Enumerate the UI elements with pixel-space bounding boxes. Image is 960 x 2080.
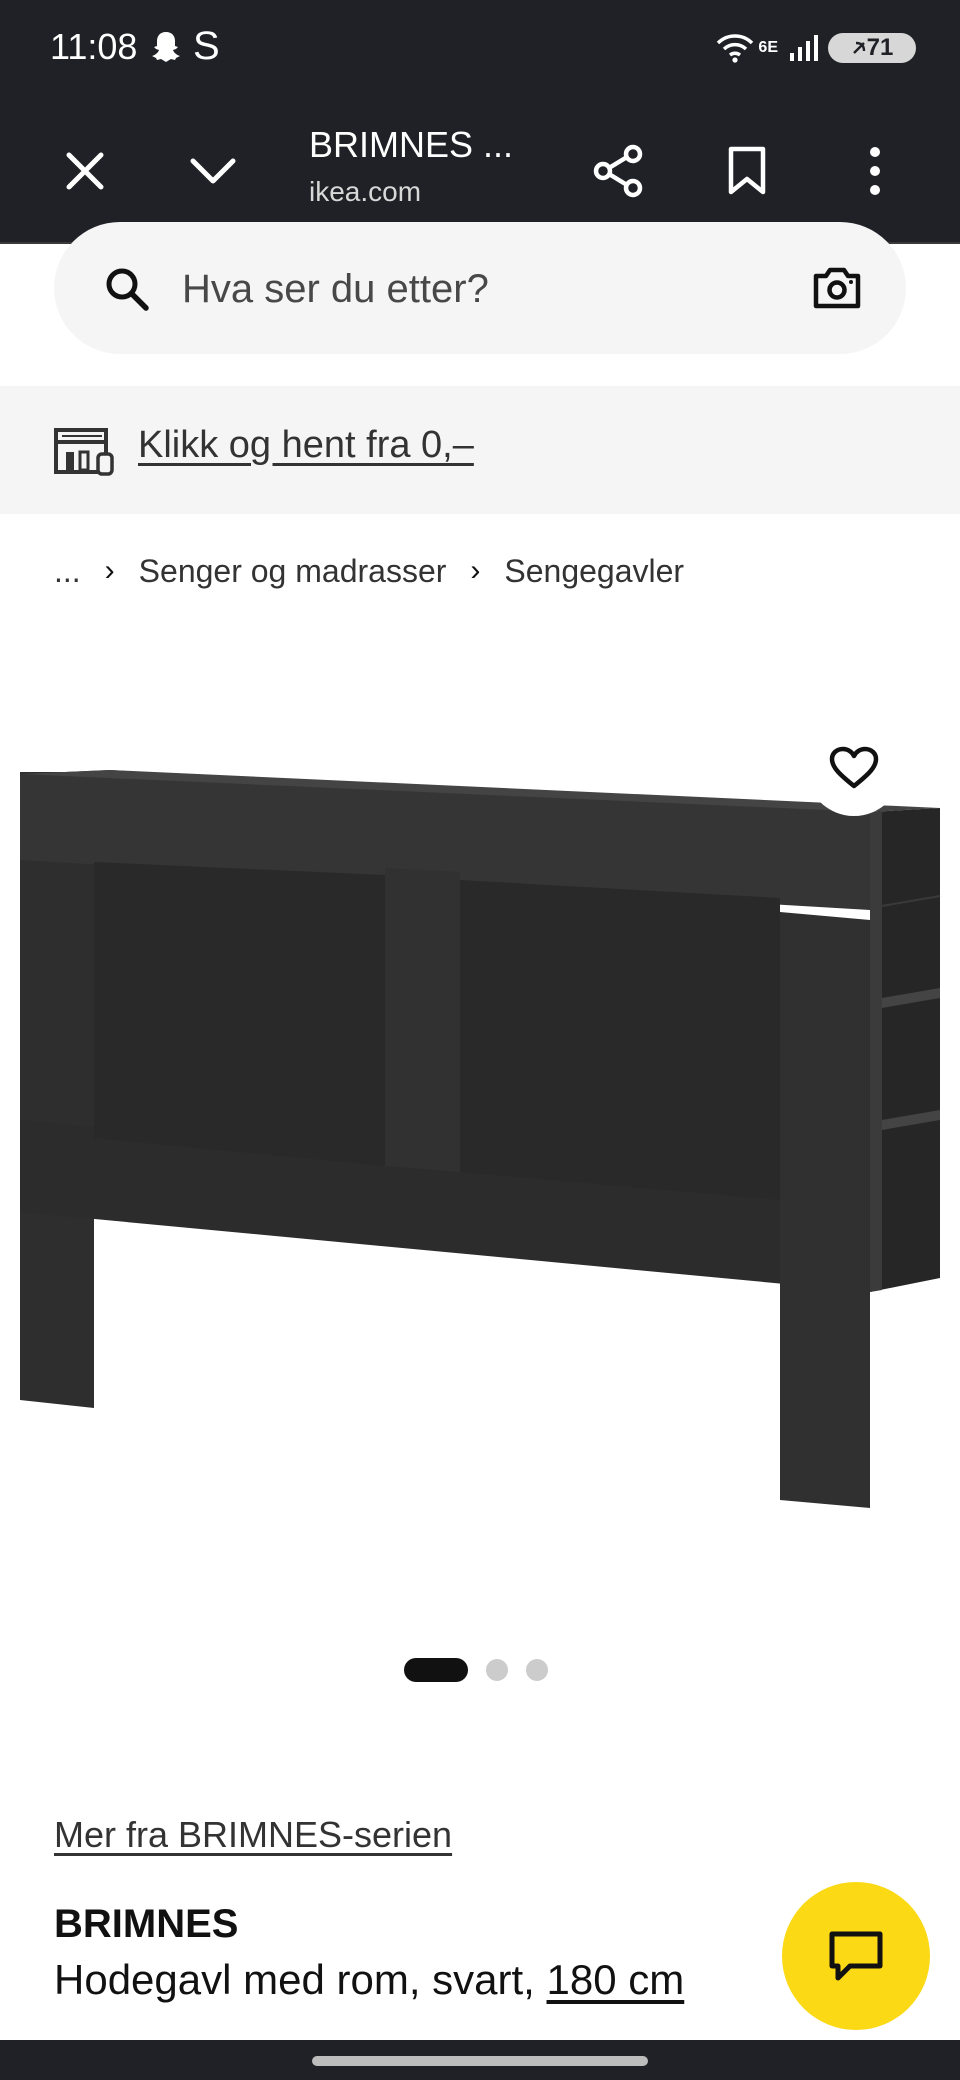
click-collect-link[interactable]: Klikk og hent fra 0,– [138,424,474,467]
status-indicators: 6E 71 [716,28,916,68]
minimize-tab-button[interactable] [178,136,248,206]
more-options-button[interactable] [840,136,910,206]
signal-icon [790,35,818,61]
network-type-label: 6E [758,39,778,56]
carousel-dot-3[interactable] [526,1659,548,1681]
snapchat-ghost-icon [152,32,180,62]
wifi-icon [717,34,754,63]
breadcrumb-item-sengegavler[interactable]: Sengegavler [504,553,684,590]
chevron-right-icon: › [104,554,115,587]
chevron-right-icon: › [470,554,481,587]
favorite-button[interactable] [806,720,902,816]
close-icon [66,152,104,190]
store-pickup-icon [54,428,114,476]
share-icon [593,144,643,198]
click-collect-banner: Klikk og hent fra 0,– [0,386,960,514]
product-description: Hodegavl med rom, svart, 180 cm [54,1956,684,2004]
search-bar [54,222,906,354]
status-bar: 11:08 S 6E 71 [0,0,960,100]
chat-icon [829,1931,883,1981]
battery-indicator: 71 [828,33,916,63]
status-time: 11:08 [50,26,138,67]
battery-level: 71 [866,34,894,61]
search-icon [106,268,149,311]
series-link[interactable]: Mer fra BRIMNES-serien [54,1814,452,1856]
page-title: BRIMNES ... [309,124,514,165]
carousel-dot-2[interactable] [486,1659,508,1681]
bookmark-button[interactable] [712,136,782,206]
product-image[interactable] [0,700,960,1520]
breadcrumb-ellipsis[interactable]: ... [54,553,81,590]
home-gesture-handle[interactable] [312,2056,648,2066]
heart-icon [829,746,879,789]
size-link[interactable]: 180 cm [547,1956,685,2003]
system-nav-bar [0,2040,960,2080]
product-description-text: Hodegavl med rom, svart, [54,1956,547,2003]
chevron-down-icon [190,158,236,184]
chat-button[interactable] [782,1882,930,2030]
camera-search-icon[interactable] [812,266,862,310]
breadcrumb: ... › Senger og madrasser › Sengegavler [54,546,684,596]
close-tab-button[interactable] [50,136,120,206]
battery-saver-icon [852,41,865,54]
carousel-dot-1[interactable] [404,1658,468,1682]
share-button[interactable] [584,136,654,206]
status-s-indicator: S [193,24,220,68]
page-url: ikea.com [309,176,422,207]
image-carousel-indicator [404,1658,548,1682]
more-vertical-icon [870,147,880,195]
product-name: BRIMNES [54,1902,239,1946]
search-input[interactable] [180,260,744,318]
breadcrumb-item-senger-og-madrasser[interactable]: Senger og madrasser [139,553,447,590]
bookmark-icon [728,146,766,195]
